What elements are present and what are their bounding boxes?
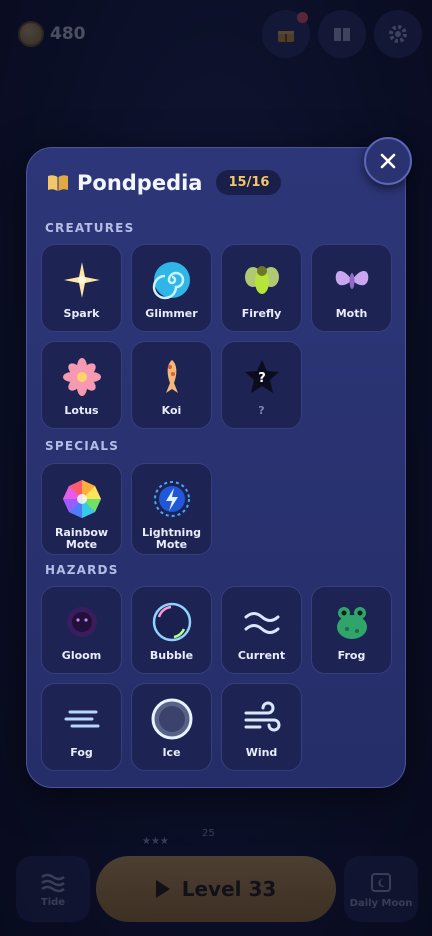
tile-label: Rainbow Mote	[54, 526, 109, 551]
frog-icon	[336, 607, 367, 639]
tile-label: Moth	[335, 307, 368, 320]
section-label-specials: SPECIALS	[45, 439, 120, 453]
tile-current[interactable]: Current	[221, 586, 302, 674]
tile-wind[interactable]: Wind	[221, 683, 302, 771]
tile-gloom[interactable]: Gloom	[41, 586, 122, 674]
section-label-hazards: HAZARDS	[45, 563, 119, 577]
tile-label: ?	[258, 404, 265, 417]
ice-icon	[151, 698, 192, 740]
tile-moth[interactable]: Moth	[311, 244, 392, 332]
tile-lightning-mote[interactable]: Lightning Mote	[131, 463, 212, 555]
hazards-grid: Gloom Bubble Current Frog Fog Ice Wind	[41, 586, 392, 771]
firefly-icon	[244, 266, 279, 294]
current-icon	[244, 612, 279, 634]
tile-spark[interactable]: Spark	[41, 244, 122, 332]
close-button[interactable]	[364, 137, 412, 185]
tile-label: Fog	[70, 746, 93, 759]
koi-icon	[165, 360, 178, 393]
svg-text:?: ?	[258, 371, 266, 386]
bubble-icon	[152, 602, 191, 642]
modal-title: Pondpedia	[77, 170, 203, 195]
glimmer-icon	[152, 262, 190, 300]
tile-ice[interactable]: Ice	[131, 683, 212, 771]
close-icon	[380, 153, 396, 169]
tile-label: Spark	[63, 307, 100, 320]
tile-label: Koi	[161, 404, 182, 417]
tile-label: Frog	[337, 649, 366, 662]
tile-rainbow-mote[interactable]: Rainbow Mote	[41, 463, 122, 555]
modal-header: Pondpedia 15/16	[47, 170, 282, 195]
section-label-creatures: CREATURES	[45, 221, 135, 235]
moth-icon	[335, 270, 368, 289]
fog-icon	[64, 710, 99, 728]
tile-label: Wind	[245, 746, 278, 759]
tile-label: Bubble	[149, 649, 194, 662]
tile-glimmer[interactable]: Glimmer	[131, 244, 212, 332]
tile-locked-creature[interactable]: ? ?	[221, 341, 302, 429]
collection-count-badge: 15/16	[216, 170, 282, 195]
tile-firefly[interactable]: Firefly	[221, 244, 302, 332]
tile-fog[interactable]: Fog	[41, 683, 122, 771]
tile-label: Glimmer	[145, 307, 198, 320]
tile-label: Gloom	[61, 649, 102, 662]
locked-creature-icon: ?	[244, 360, 279, 393]
tile-lotus[interactable]: Lotus	[41, 341, 122, 429]
spark-icon	[63, 262, 100, 298]
lotus-icon	[62, 358, 101, 396]
rainbow-mote-icon	[62, 480, 101, 518]
tile-label: Lightning Mote	[141, 526, 202, 551]
tile-bubble[interactable]: Bubble	[131, 586, 212, 674]
pondpedia-modal: Pondpedia 15/16 CREATURES Spark Glimmer …	[26, 147, 406, 788]
open-book-icon	[48, 174, 68, 191]
tile-label: Lotus	[64, 404, 99, 417]
specials-grid: Rainbow Mote Lightning Mote	[41, 463, 392, 555]
lightning-mote-icon	[153, 481, 190, 517]
tile-label: Ice	[162, 746, 181, 759]
tile-label: Firefly	[241, 307, 282, 320]
gloom-icon	[66, 607, 97, 637]
tile-koi[interactable]: Koi	[131, 341, 212, 429]
wind-icon	[244, 701, 280, 732]
tile-label: Current	[237, 649, 286, 662]
creatures-grid: Spark Glimmer Firefly Moth Lotus Koi ? ?	[41, 244, 392, 429]
tile-frog[interactable]: Frog	[311, 586, 392, 674]
